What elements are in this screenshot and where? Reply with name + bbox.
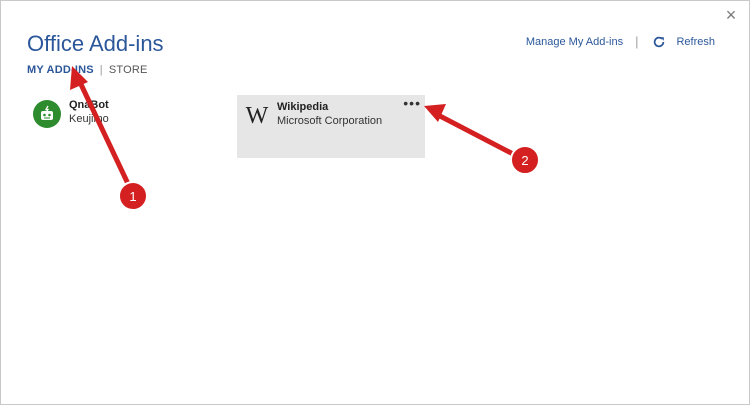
tab-bar: MY ADD-INS | STORE <box>27 64 148 76</box>
tab-my-add-ins[interactable]: MY ADD-INS <box>27 64 94 76</box>
addin-publisher: Microsoft Corporation <box>277 115 383 127</box>
manage-my-add-ins-link[interactable]: Manage My Add-ins <box>526 36 623 48</box>
dialog-window: × Office Add-ins MY ADD-INS | STORE Manage… <box>0 0 750 405</box>
tab-store[interactable]: STORE <box>109 64 148 76</box>
more-options-button[interactable]: ••• <box>403 96 421 110</box>
addin-name: Wikipedia <box>277 101 329 113</box>
top-actions: Manage My Add-ins | Refresh <box>526 34 715 49</box>
addin-name: QnaBot <box>69 99 109 111</box>
tab-separator: | <box>99 64 103 76</box>
refresh-label: Refresh <box>676 35 715 48</box>
refresh-icon <box>654 36 665 47</box>
wikipedia-logo-icon: W <box>245 103 269 129</box>
addin-qnabot[interactable]: QnaBot Keujimo <box>33 98 109 128</box>
robot-icon <box>33 100 61 128</box>
addin-wikipedia[interactable]: W Wikipedia Microsoft Corporation ••• <box>237 95 425 158</box>
dialog-title: Office Add-ins <box>27 31 164 56</box>
close-button[interactable]: × <box>723 6 739 24</box>
refresh-button[interactable]: Refresh <box>652 35 715 49</box>
addin-publisher: Keujimo <box>69 113 109 125</box>
action-separator: | <box>635 34 639 49</box>
